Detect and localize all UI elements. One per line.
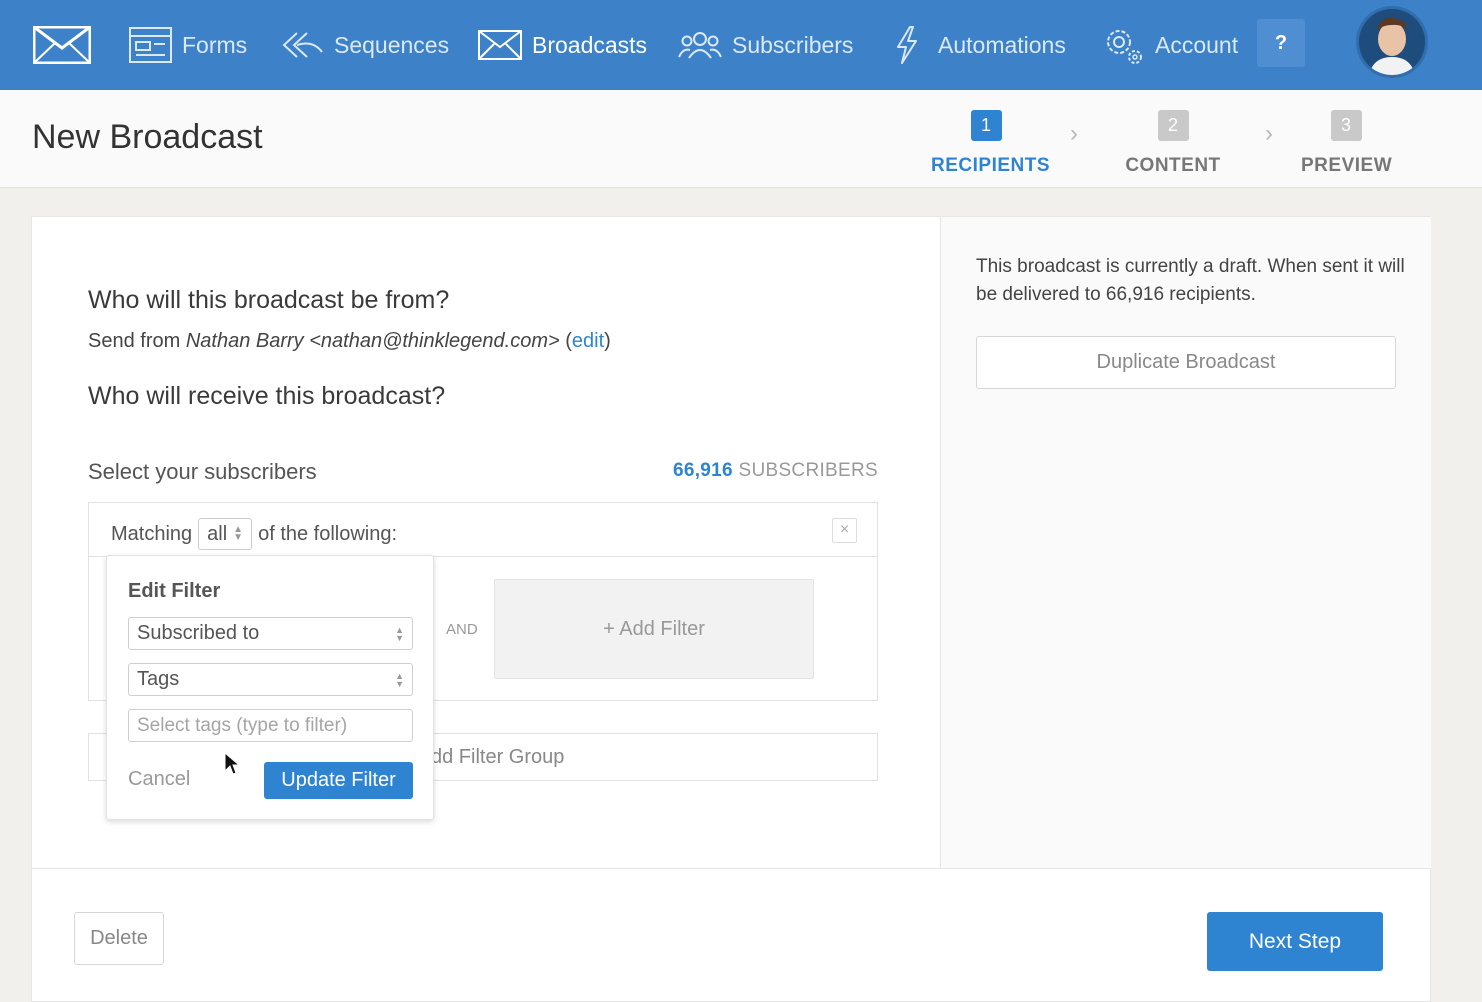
edit-open-paren: (	[559, 330, 572, 352]
card-footer: Delete Next Step	[32, 868, 1430, 1002]
step-number: 1	[970, 110, 1002, 141]
envelope-logo-icon[interactable]	[33, 26, 91, 64]
select-subscribers-label: Select your subscribers	[88, 459, 317, 484]
step-number: 3	[1330, 110, 1362, 141]
cancel-button[interactable]: Cancel	[128, 768, 190, 791]
subscriber-count-suffix: SUBSCRIBERS	[732, 460, 878, 481]
matching-suffix: of the following:	[258, 522, 398, 545]
and-label: AND	[446, 621, 478, 638]
help-button[interactable]: ?	[1257, 19, 1305, 67]
step-preview[interactable]: 3 PREVIEW	[1301, 110, 1393, 177]
condition-select[interactable]: Subscribed to ▲ ▼	[128, 617, 413, 650]
lightning-icon	[897, 26, 917, 64]
step-label: RECIPIENTS	[931, 155, 1051, 176]
nav-automations-label: Automations	[938, 31, 1066, 58]
page-header: New Broadcast 1 RECIPIENTS › 2 CONTENT ›…	[0, 90, 1482, 188]
nav-forms-label: Forms	[182, 31, 248, 58]
broadcasts-icon	[478, 30, 522, 60]
step-label: CONTENT	[1125, 155, 1221, 176]
nav-forms[interactable]: Forms	[129, 0, 247, 90]
nav-sequences[interactable]: Sequences	[281, 0, 449, 90]
filter-type-select[interactable]: Tags ▲ ▼	[128, 663, 413, 696]
step-number: 2	[1157, 110, 1189, 141]
chevron-right-icon: ›	[1070, 120, 1078, 147]
next-step-button[interactable]: Next Step	[1207, 912, 1383, 971]
nav-broadcasts-label: Broadcasts	[532, 31, 648, 58]
nav-sequences-label: Sequences	[334, 31, 450, 58]
matching-prefix: Matching	[111, 522, 193, 545]
nav-subscribers[interactable]: Subscribers	[678, 0, 853, 90]
edit-close-paren: )	[604, 330, 611, 352]
status-sidebar: This broadcast is currently a draft. Whe…	[940, 217, 1431, 868]
page-title: New Broadcast	[32, 118, 263, 156]
close-icon[interactable]: ×	[832, 518, 857, 543]
send-from-prefix: Send from	[88, 330, 186, 352]
user-avatar[interactable]	[1356, 6, 1428, 78]
send-from-line: Send from Nathan Barry <nathan@thinklege…	[88, 330, 611, 353]
condition-select-value: Subscribed to	[137, 622, 260, 644]
step-recipients[interactable]: 1 RECIPIENTS	[931, 110, 1051, 177]
filter-group-header: Matching all ▲ ▼ of the following: ×	[89, 503, 877, 557]
select-arrows-icon: ▲ ▼	[395, 671, 404, 689]
nav-subscribers-label: Subscribers	[732, 31, 854, 58]
subscriber-count-number: 66,916	[672, 460, 733, 481]
nav-account-label: Account	[1155, 31, 1239, 58]
nav-broadcasts[interactable]: Broadcasts	[478, 0, 647, 90]
edit-sender-link[interactable]: edit	[572, 330, 604, 352]
add-filter-group-label: dd Filter Group	[431, 746, 565, 768]
subscribers-icon	[678, 32, 722, 59]
tags-input[interactable]	[137, 715, 397, 737]
matching-select[interactable]: all ▲ ▼	[198, 518, 253, 550]
matching-row: Matching all ▲ ▼ of the following:	[111, 518, 397, 550]
duplicate-broadcast-button[interactable]: Duplicate Broadcast	[976, 336, 1396, 389]
top-navigation: Forms Sequences Broadcasts Subscribers A…	[0, 0, 1482, 90]
delete-button[interactable]: Delete	[74, 912, 164, 965]
update-filter-button[interactable]: Update Filter	[264, 762, 413, 799]
chevron-right-icon: ›	[1265, 120, 1273, 147]
matching-select-value: all	[207, 522, 228, 545]
forms-icon	[129, 27, 172, 63]
gear-icon	[1107, 30, 1142, 64]
tags-input-wrapper	[128, 709, 413, 742]
select-arrows-icon: ▲ ▼	[395, 625, 404, 643]
add-filter-button[interactable]: + Add Filter	[494, 579, 814, 679]
avatar-portrait-icon	[1359, 9, 1425, 75]
from-heading: Who will this broadcast be from?	[88, 286, 450, 314]
subscriber-count: 66,916 SUBSCRIBERS	[673, 460, 878, 482]
select-arrows-icon: ▲ ▼	[233, 524, 244, 543]
step-label: PREVIEW	[1301, 155, 1393, 176]
send-from-name: Nathan Barry <nathan@thinklegend.com>	[185, 330, 560, 352]
filter-type-select-value: Tags	[137, 668, 180, 690]
step-content[interactable]: 2 CONTENT	[1123, 110, 1223, 177]
draft-status-text: This broadcast is currently a draft. Whe…	[976, 256, 1405, 305]
nav-account[interactable]: Account	[1101, 0, 1238, 90]
mouse-cursor-icon	[224, 752, 240, 775]
nav-automations[interactable]: Automations	[892, 0, 1066, 90]
sequences-icon	[282, 32, 323, 58]
edit-filter-title: Edit Filter	[128, 580, 221, 602]
receive-heading: Who will receive this broadcast?	[88, 382, 446, 410]
edit-filter-popover: Edit Filter Subscribed to ▲▼ Tags ▲▼ Can…	[106, 555, 434, 820]
